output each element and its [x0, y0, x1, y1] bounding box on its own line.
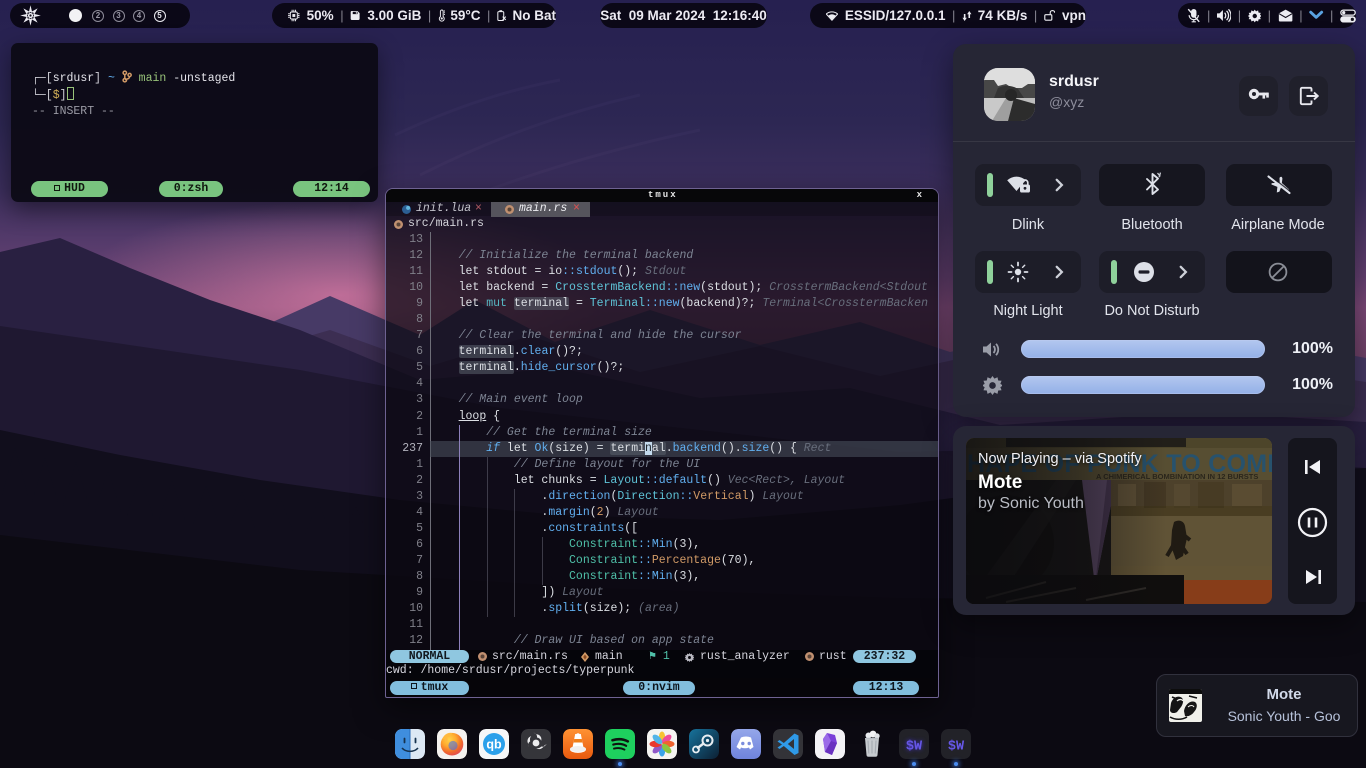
svg-text:$W: $W: [906, 740, 923, 755]
svg-text:qb: qb: [486, 738, 502, 752]
svg-text:$W: $W: [948, 740, 965, 755]
